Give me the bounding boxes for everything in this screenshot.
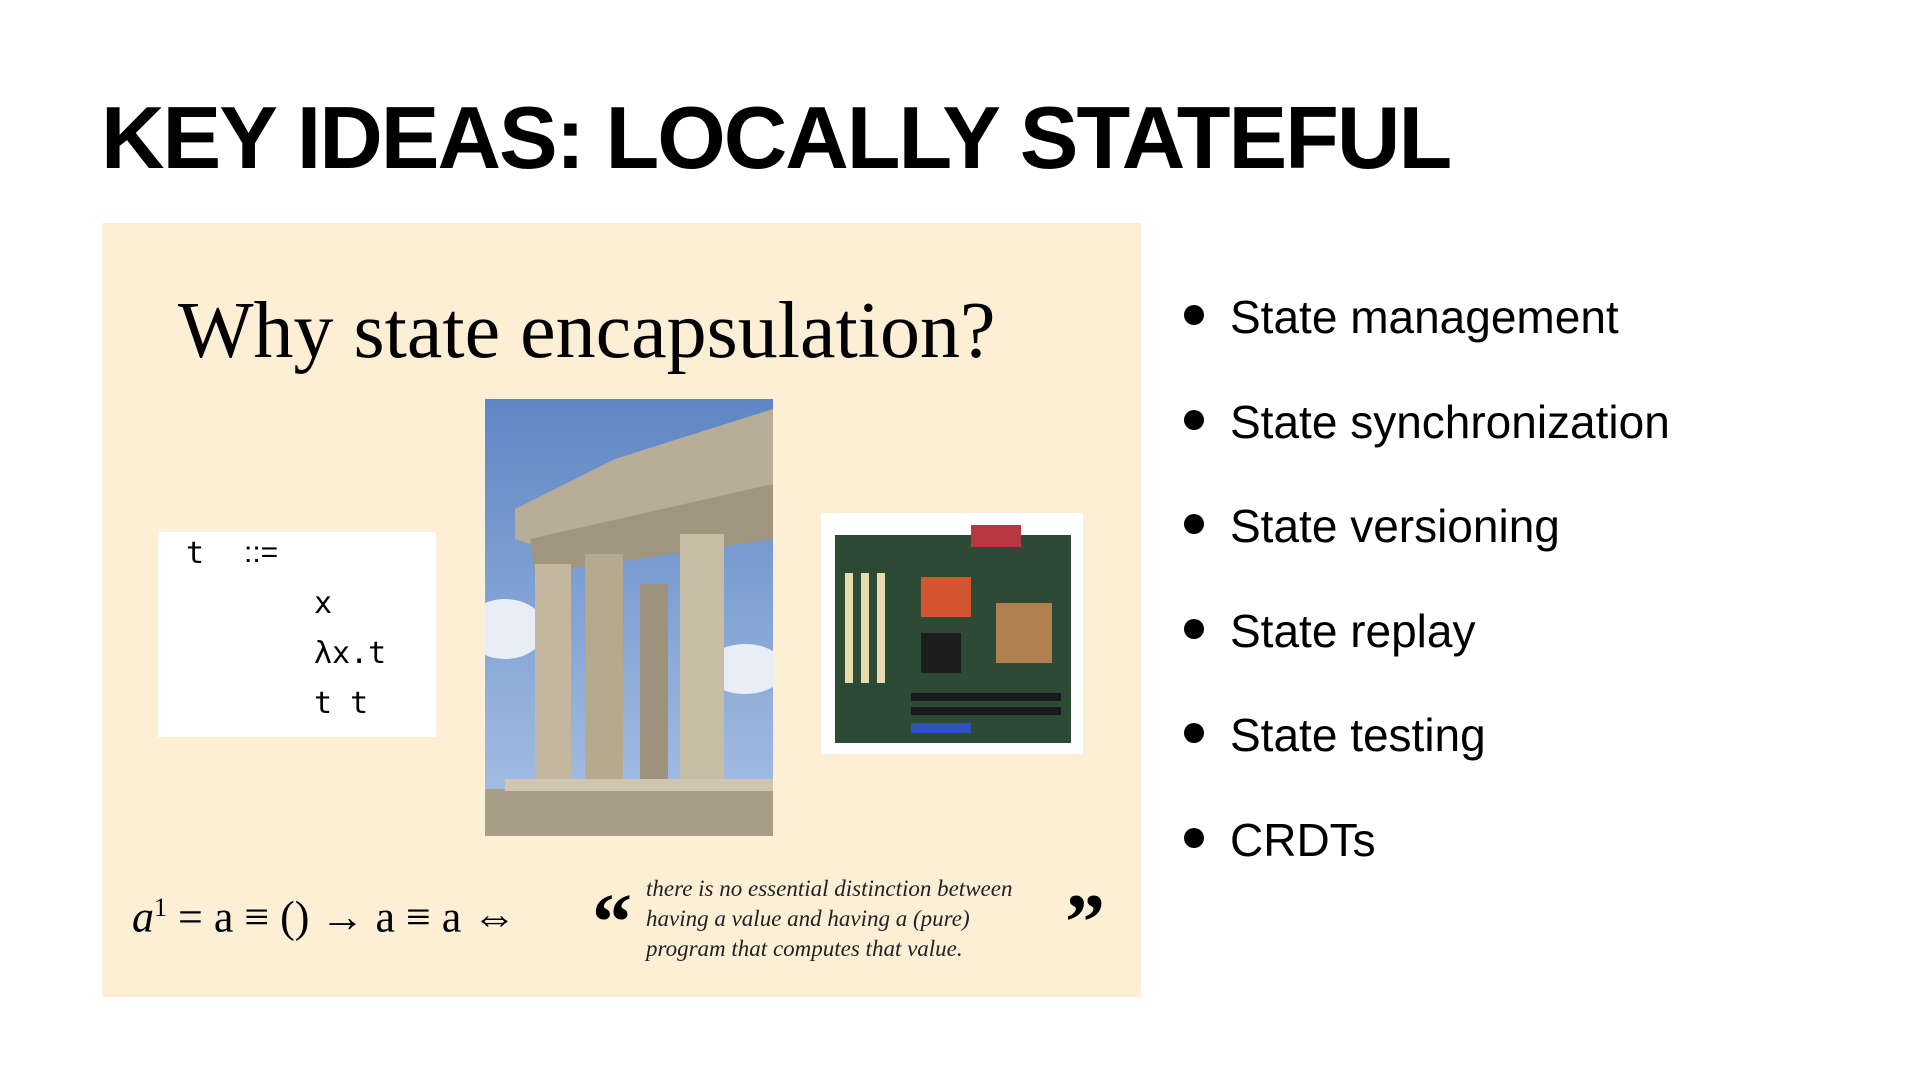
- equation-exponent: 1: [154, 893, 167, 922]
- embedded-slide-panel: Why state encapsulation? t ::= x λx.t t …: [102, 223, 1141, 997]
- bullet-item: State versioning: [1180, 499, 1670, 604]
- quote-text: there is no essential distinction betwee…: [646, 874, 1012, 964]
- bullet-item: State replay: [1180, 604, 1670, 709]
- bullet-text: CRDTs: [1230, 813, 1376, 866]
- bullet-dot-icon: [1184, 409, 1204, 430]
- bullet-text: State versioning: [1230, 500, 1560, 553]
- open-quote-mark: “: [592, 879, 632, 967]
- panel-heading: Why state encapsulation?: [178, 287, 996, 375]
- bullet-text: State testing: [1230, 709, 1486, 762]
- quote-line: there is no essential distinction betwee…: [646, 876, 1013, 901]
- close-quote-mark: ”: [1065, 879, 1105, 967]
- bullet-item: CRDTs: [1180, 813, 1670, 918]
- lambda-grammar-box: t ::= x λx.t t t: [158, 532, 436, 737]
- grammar-production: t t: [314, 686, 369, 721]
- bullet-text: State synchronization: [1230, 395, 1670, 448]
- grammar-production: λx.t: [314, 636, 387, 671]
- bullet-dot-icon: [1184, 618, 1204, 639]
- slide-title: KEY IDEAS: LOCALLY STATEFUL: [101, 88, 1452, 187]
- parthenon-image: [485, 399, 773, 836]
- motherboard-image: [821, 513, 1083, 754]
- bullet-dot-icon: [1184, 305, 1204, 325]
- bullet-dot-icon: [1184, 514, 1204, 535]
- bullet-dot-icon: [1184, 723, 1204, 744]
- equation-rest: = a ≡ () → a ≡ a ⇔: [178, 892, 517, 942]
- bullet-list: State management State synchronization S…: [1180, 290, 1670, 918]
- quote-line: having a value and having a (pure): [646, 906, 970, 931]
- grammar-op: ::=: [244, 536, 279, 569]
- grammar-lhs: t: [186, 536, 205, 571]
- equation-base: a: [132, 892, 154, 942]
- bullet-item: State synchronization: [1180, 395, 1670, 500]
- bullet-text: State management: [1230, 291, 1619, 343]
- bullet-item: State testing: [1180, 708, 1670, 813]
- equation: a1 = a ≡ () → a ≡ a ⇔: [132, 895, 516, 940]
- bullet-text: State replay: [1230, 604, 1476, 657]
- bullet-dot-icon: [1184, 827, 1204, 848]
- quote-line: program that computes that value.: [646, 936, 963, 961]
- grammar-production: x: [314, 586, 333, 621]
- bullet-item: State management: [1180, 290, 1670, 395]
